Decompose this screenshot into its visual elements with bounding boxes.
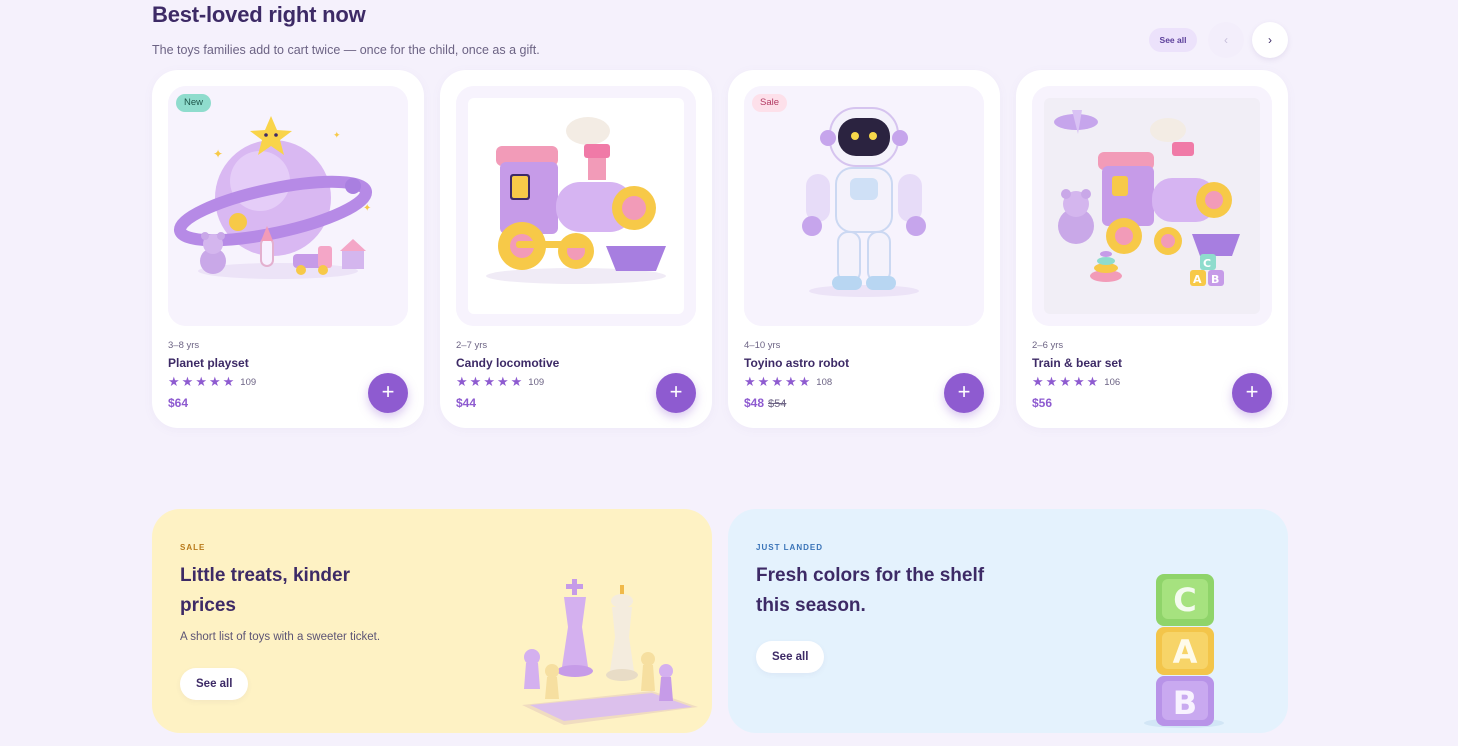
star-icon: ★ <box>1059 374 1071 389</box>
star-icon: ★ <box>181 374 194 389</box>
product-name[interactable]: Candy locomotive <box>456 356 559 370</box>
product-rating: ★ ★ ★ ★ ★ 108 <box>744 375 832 389</box>
see-all-button[interactable]: See all <box>1149 28 1197 52</box>
add-to-cart-button[interactable]: + <box>368 373 408 413</box>
original-price: $54 <box>768 398 787 410</box>
star-icon: ★ <box>469 374 482 389</box>
star-icon: ★ <box>757 374 770 389</box>
star-icon: ★ <box>208 374 221 389</box>
star-icon: ★ <box>510 374 523 389</box>
star-icon: ★ <box>1032 374 1044 389</box>
product-image-train-bear-set[interactable]: A B C <box>1032 86 1272 326</box>
svg-text:✦: ✦ <box>333 131 341 141</box>
carousel-next-button[interactable]: › <box>1252 22 1288 58</box>
plus-icon: + <box>957 379 971 404</box>
product-price: $56 <box>1032 396 1052 410</box>
add-to-cart-button[interactable]: + <box>1232 373 1272 413</box>
block-letter-a: A <box>1173 633 1198 671</box>
section-subtitle: The toys families add to cart twice — on… <box>152 43 540 57</box>
product-card[interactable]: 2–7 yrs Candy locomotive ★ ★ ★ ★ ★ 109 $… <box>440 70 712 428</box>
review-count: 109 <box>240 376 257 388</box>
product-card[interactable]: ✦ ✦ ✦ New 3–8 yrs Planet playset ★ ★ ★ ★… <box>152 70 424 428</box>
chevron-left-icon: ‹ <box>1224 33 1228 47</box>
new-badge: New <box>176 94 212 112</box>
price: $64 <box>168 396 189 410</box>
review-count: 109 <box>528 376 545 388</box>
star-icon: ★ <box>798 374 811 389</box>
sale-badge: Sale <box>752 94 788 112</box>
carousel-prev-button[interactable]: ‹ <box>1208 22 1244 58</box>
review-count: 106 <box>1104 376 1121 388</box>
star-icon: ★ <box>1072 374 1085 389</box>
product-rating: ★ ★ ★ ★ ★ 109 <box>168 375 256 389</box>
svg-text:✦: ✦ <box>213 147 223 161</box>
product-image-planet-playset[interactable]: ✦ ✦ ✦ <box>168 86 408 326</box>
add-to-cart-button[interactable]: + <box>944 373 984 413</box>
block-letter-c: C <box>1173 581 1196 619</box>
star-icon: ★ <box>456 374 468 389</box>
svg-text:✦: ✦ <box>363 203 371 214</box>
add-to-cart-button[interactable]: + <box>656 373 696 413</box>
product-price: $44 <box>456 396 476 410</box>
star-icon: ★ <box>168 374 180 389</box>
price: $56 <box>1032 396 1053 410</box>
svg-text:A: A <box>1193 273 1202 286</box>
promo-eyebrow: JUST LANDED <box>756 543 824 552</box>
block-letter-b: B <box>1173 684 1197 722</box>
star-icon: ★ <box>744 374 756 389</box>
sale-price: $48 <box>744 396 765 410</box>
sale-promo-banner: SALE Little treats, kinder prices A shor… <box>152 509 712 733</box>
star-icon: ★ <box>784 374 797 389</box>
product-name[interactable]: Planet playset <box>168 356 249 370</box>
product-age-range: 2–6 yrs <box>1032 340 1064 351</box>
product-name[interactable]: Train & bear set <box>1032 356 1122 370</box>
star-icon: ★ <box>771 374 783 389</box>
star-icon: ★ <box>483 374 495 389</box>
astro-robot-illustration <box>744 86 984 326</box>
chess-pieces-illustration <box>522 579 698 725</box>
product-carousel: ✦ ✦ ✦ New 3–8 yrs Planet playset ★ ★ ★ ★… <box>152 70 1288 428</box>
product-image-candy-locomotive[interactable] <box>456 86 696 326</box>
train-bear-set-illustration: A B C <box>1032 86 1272 326</box>
plus-icon: + <box>381 379 395 404</box>
chevron-right-icon: › <box>1268 33 1272 47</box>
product-image-astro-robot[interactable] <box>744 86 984 326</box>
candy-locomotive-illustration <box>456 86 696 326</box>
product-rating: ★ ★ ★ ★ ★ 109 <box>456 375 544 389</box>
star-icon: ★ <box>1045 374 1058 389</box>
svg-text:B: B <box>1211 273 1219 286</box>
price: $44 <box>456 396 477 410</box>
star-icon: ★ <box>496 374 509 389</box>
promo-eyebrow: SALE <box>180 543 206 552</box>
just-landed-see-all-button[interactable]: See all <box>756 641 825 673</box>
promo-title: Little treats, kinder prices <box>180 565 350 616</box>
plus-icon: + <box>1245 379 1259 404</box>
star-icon: ★ <box>1086 374 1099 389</box>
product-age-range: 2–7 yrs <box>456 340 488 351</box>
product-card[interactable]: A B C 2–6 yrs Train & bear set ★ ★ ★ ★ ★… <box>1016 70 1288 428</box>
product-age-range: 3–8 yrs <box>168 340 200 351</box>
just-landed-promo-banner: JUST LANDED Fresh colors for the shelf t… <box>728 509 1288 733</box>
star-icon: ★ <box>222 374 235 389</box>
sale-see-all-button[interactable]: See all <box>180 668 249 700</box>
section-title: Best-loved right now <box>152 2 366 27</box>
planet-playset-illustration: ✦ ✦ ✦ <box>168 86 408 326</box>
product-age-range: 4–10 yrs <box>744 340 781 351</box>
promo-description: A short list of toys with a sweeter tick… <box>180 631 381 643</box>
product-name[interactable]: Toyino astro robot <box>744 356 849 370</box>
svg-text:C: C <box>1203 257 1211 270</box>
review-count: 108 <box>816 376 833 388</box>
plus-icon: + <box>669 379 683 404</box>
product-price: $64 <box>168 396 188 410</box>
promo-title: Fresh colors for the shelf this season. <box>756 565 985 616</box>
product-card[interactable]: Sale 4–10 yrs Toyino astro robot ★ ★ ★ ★… <box>728 70 1000 428</box>
product-price: $48 $54 <box>744 396 786 410</box>
star-icon: ★ <box>195 374 207 389</box>
product-rating: ★ ★ ★ ★ ★ 106 <box>1032 375 1120 389</box>
abc-blocks-illustration: C A B <box>1144 574 1224 728</box>
